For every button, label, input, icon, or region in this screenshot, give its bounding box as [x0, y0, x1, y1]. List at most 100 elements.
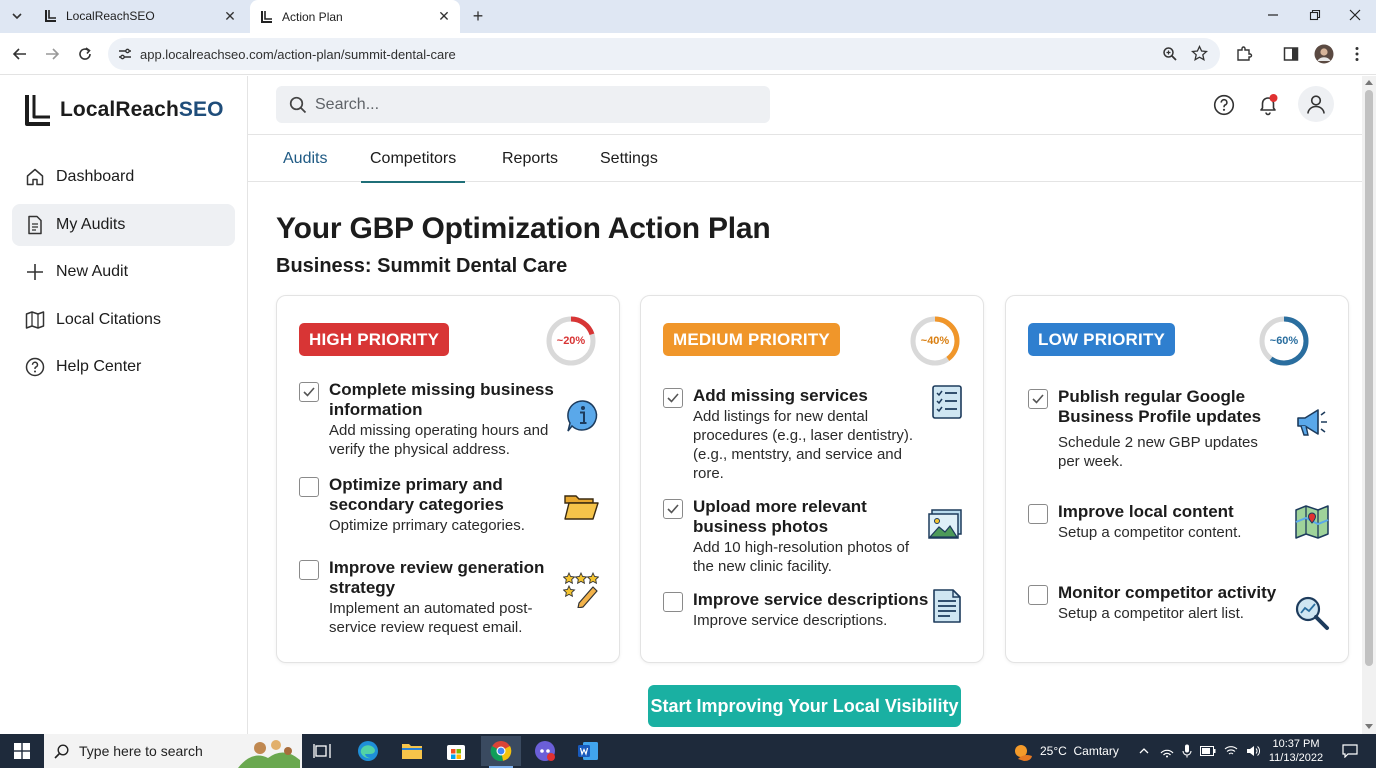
task-description: Improve service descriptions. [693, 612, 888, 629]
task-checkbox[interactable] [299, 477, 319, 497]
back-button[interactable] [7, 41, 33, 67]
localreach-favicon-icon [261, 10, 272, 23]
arrow-right-icon [46, 48, 60, 60]
sidebar-item-my-audits[interactable]: My Audits [12, 204, 235, 246]
task-title: Improve review generation strategy [329, 558, 545, 597]
task-checkbox[interactable] [1028, 504, 1048, 524]
close-tab-icon[interactable]: ✕ [220, 6, 240, 26]
task-checkbox[interactable] [663, 388, 683, 408]
search-input[interactable] [315, 95, 735, 114]
task-description: Setup a competitor alert list. [1058, 605, 1244, 622]
notification-center-button[interactable] [1330, 736, 1370, 766]
browser-menu-button[interactable] [1345, 42, 1369, 66]
chrome-taskbar-button[interactable] [481, 736, 521, 768]
user-avatar-button[interactable] [1298, 86, 1334, 122]
puzzle-icon [1237, 46, 1253, 61]
taskbar-search-box[interactable]: Type here to search [44, 734, 302, 768]
zoom-icon[interactable] [1162, 46, 1178, 62]
bell-icon [1260, 94, 1278, 116]
task-description: Optimize prrimary categories. [329, 517, 525, 534]
sidebar-item-help-center[interactable]: Help Center [12, 346, 235, 388]
forward-button[interactable] [39, 41, 65, 67]
map-icon [1295, 505, 1329, 539]
clock-date: 11/13/2022 [1268, 752, 1324, 764]
home-icon [24, 166, 46, 188]
extensions-button[interactable] [1232, 42, 1256, 66]
task-title: Upload more relevant business photos [693, 497, 867, 536]
photo-icon [928, 509, 962, 539]
task-description: Implement an automated post-service revi… [329, 600, 533, 636]
tab-settings[interactable]: Settings [600, 135, 658, 182]
side-panel-button[interactable] [1279, 42, 1303, 66]
tab-audits[interactable]: Audits [283, 135, 327, 182]
task-title: Monitor competitor activity [1058, 583, 1277, 602]
wifi-icon [1224, 746, 1238, 755]
more-vertical-icon [1355, 47, 1359, 61]
weather-widget[interactable]: 25°C Camtary [1012, 734, 1119, 768]
battery-icon [1200, 746, 1216, 756]
chevron-down-icon [12, 13, 22, 20]
volume-icon [1247, 746, 1260, 756]
taskbar-search-placeholder: Type here to search [79, 743, 203, 759]
scroll-up-icon[interactable] [1365, 79, 1373, 85]
tab-search-button[interactable] [6, 5, 28, 27]
file-explorer-taskbar-button[interactable] [392, 736, 432, 766]
profile-button[interactable] [1312, 42, 1336, 66]
system-tray[interactable] [1138, 734, 1260, 768]
minimize-window-button[interactable] [1252, 0, 1294, 30]
task-checkbox[interactable] [663, 592, 683, 612]
notifications-button[interactable] [1253, 90, 1283, 120]
reload-button[interactable] [72, 41, 98, 67]
arrow-left-icon [12, 48, 26, 60]
bookmark-star-icon[interactable] [1191, 45, 1208, 62]
chevron-up-icon [1139, 748, 1149, 754]
page-scrollbar[interactable] [1362, 76, 1376, 734]
sidebar-item-dashboard[interactable]: Dashboard [12, 156, 235, 198]
start-improving-button[interactable]: Start Improving Your Local Visibility [648, 685, 961, 727]
notification-center-icon [1342, 744, 1358, 758]
discord-taskbar-button[interactable] [525, 736, 565, 766]
store-taskbar-button[interactable] [436, 736, 476, 766]
help-icon [24, 356, 46, 378]
new-tab-button[interactable]: + [466, 5, 490, 27]
business-name: Business: Summit Dental Care [276, 255, 568, 277]
windows-logo-icon [14, 743, 30, 759]
restore-window-button[interactable] [1294, 0, 1336, 30]
priority-card-low: LOW PRIORITY ~60% Publish regular Google… [1005, 295, 1349, 663]
task-title: Publish regular Google Business Profile … [1058, 387, 1262, 426]
task-checkbox[interactable] [663, 499, 683, 519]
app-logo[interactable]: LocalReachSEO [24, 93, 224, 127]
close-tab-icon[interactable]: ✕ [434, 7, 454, 27]
start-button[interactable] [2, 736, 42, 766]
main-content: Your GBP Optimization Action Plan Busine… [248, 182, 1362, 734]
task-checkbox[interactable] [1028, 585, 1048, 605]
word-taskbar-button[interactable] [568, 736, 608, 766]
sidebar-item-local-citations[interactable]: Local Citations [12, 299, 235, 341]
plus-icon [24, 261, 46, 283]
address-bar[interactable]: app.localreachseo.com/action-plan/summit… [108, 38, 1220, 70]
map-icon [24, 309, 46, 331]
task-checkbox[interactable] [299, 382, 319, 402]
search-box[interactable] [276, 86, 770, 123]
task-description: Add 10 high-resolution photos of the new… [693, 539, 909, 575]
task-title: Improve service descriptions [693, 590, 929, 609]
tab-competitors[interactable]: Competitors [361, 135, 466, 183]
task-checkbox[interactable] [299, 560, 319, 580]
help-button[interactable] [1209, 90, 1239, 120]
task-title: Add missing services [693, 386, 868, 405]
browser-tab-localreachseo[interactable]: LocalReachSEO ✕ [34, 2, 246, 30]
site-settings-icon[interactable] [118, 47, 132, 61]
check-icon [667, 393, 679, 403]
close-window-button[interactable] [1334, 0, 1376, 30]
task-checkbox[interactable] [1028, 389, 1048, 409]
clock[interactable]: 10:37 PM 11/13/2022 [1266, 737, 1326, 765]
scroll-down-icon[interactable] [1365, 724, 1373, 730]
sidebar-item-new-audit[interactable]: New Audit [12, 251, 235, 293]
tab-reports[interactable]: Reports [502, 135, 558, 182]
scrollbar-thumb[interactable] [1365, 90, 1373, 666]
edge-taskbar-button[interactable] [348, 736, 388, 766]
restore-icon [1309, 9, 1321, 21]
task-view-button[interactable] [302, 736, 342, 766]
browser-tab-action-plan[interactable]: Action Plan ✕ [250, 0, 460, 33]
priority-badge: LOW PRIORITY [1028, 323, 1176, 356]
